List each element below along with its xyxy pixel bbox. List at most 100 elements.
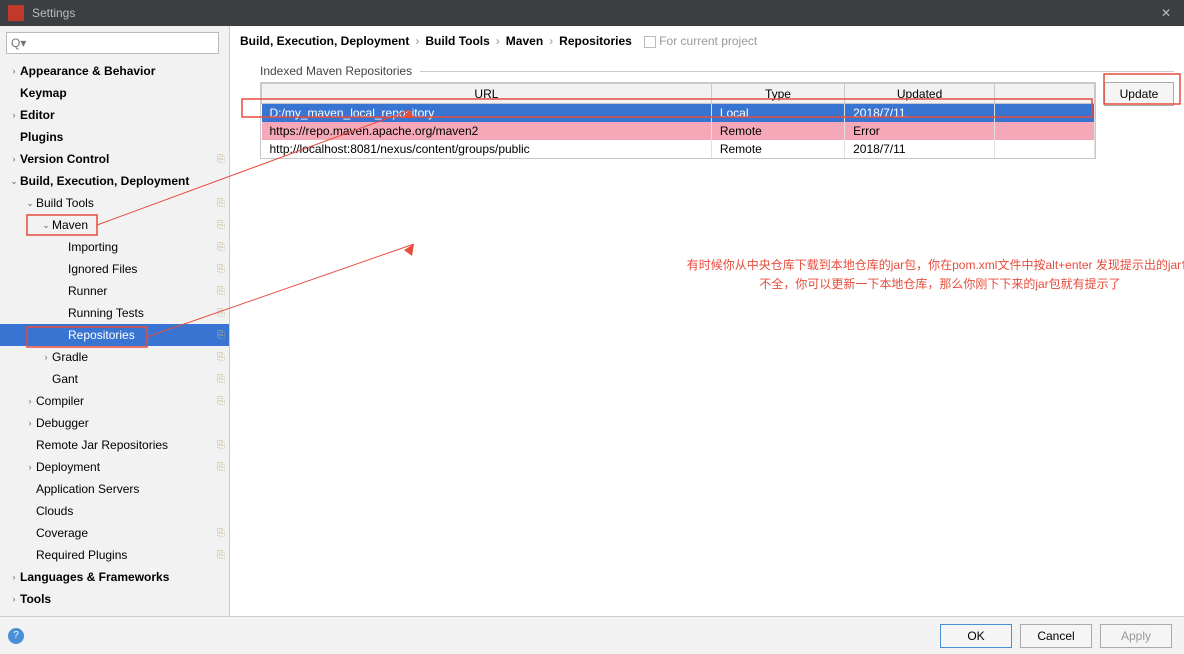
col-url[interactable]: URL	[262, 84, 712, 104]
tree-item-label: Application Servers	[36, 482, 225, 496]
copy-icon: ⎘	[217, 220, 225, 231]
tree-item-repositories[interactable]: Repositories⎘	[0, 324, 229, 346]
chevron-icon: ›	[40, 352, 52, 362]
tree-item-label: Runner	[68, 284, 217, 298]
tree-item-appearance-behavior[interactable]: ›Appearance & Behavior	[0, 60, 229, 82]
table-row[interactable]: D:/my_maven_local_repositoryLocal2018/7/…	[262, 104, 1095, 123]
tree-item-label: Deployment	[36, 460, 217, 474]
copy-icon: ⎘	[217, 462, 225, 473]
footer: ? OK Cancel Apply	[0, 616, 1184, 654]
tree-item-label: Gradle	[52, 350, 217, 364]
tree-item-label: Plugins	[20, 130, 225, 144]
copy-icon: ⎘	[217, 396, 225, 407]
tree-item-label: Tools	[20, 592, 225, 606]
tree-item-label: Running Tests	[68, 306, 217, 320]
breadcrumb: Build, Execution, Deployment › Build Too…	[240, 34, 1174, 48]
cell-spacer	[995, 104, 1095, 123]
chevron-icon: ⌄	[24, 198, 36, 209]
chevron-icon: ›	[8, 154, 20, 164]
col-type[interactable]: Type	[711, 84, 844, 104]
cell-updated: 2018/7/11	[845, 104, 995, 123]
crumb[interactable]: Build, Execution, Deployment	[240, 34, 409, 48]
cell-type: Remote	[711, 140, 844, 158]
chevron-right-icon: ›	[415, 34, 419, 48]
close-icon[interactable]: ✕	[1156, 6, 1176, 20]
cell-type: Local	[711, 104, 844, 123]
tree-item-clouds[interactable]: Clouds	[0, 500, 229, 522]
ok-button[interactable]: OK	[940, 624, 1012, 648]
help-icon[interactable]: ?	[8, 628, 24, 644]
copy-icon: ⎘	[217, 440, 225, 451]
tree-item-tools[interactable]: ›Tools	[0, 588, 229, 610]
chevron-icon: ›	[24, 418, 36, 428]
tree-item-compiler[interactable]: ›Compiler⎘	[0, 390, 229, 412]
copy-icon: ⎘	[217, 308, 225, 319]
tree-item-coverage[interactable]: Coverage⎘	[0, 522, 229, 544]
update-button[interactable]: Update	[1104, 82, 1174, 106]
tree-item-languages-frameworks[interactable]: ›Languages & Frameworks	[0, 566, 229, 588]
tree-item-label: Version Control	[20, 152, 217, 166]
tree-item-runner[interactable]: Runner⎘	[0, 280, 229, 302]
tree-item-label: Keymap	[20, 86, 225, 100]
table-row[interactable]: https://repo.maven.apache.org/maven2Remo…	[262, 122, 1095, 140]
chevron-icon: ⌄	[40, 220, 52, 231]
chevron-right-icon: ›	[549, 34, 553, 48]
tree-item-build-execution-deployment[interactable]: ⌄Build, Execution, Deployment	[0, 170, 229, 192]
search-input[interactable]	[6, 32, 219, 54]
chevron-icon: ⌄	[8, 176, 20, 187]
tree-item-maven[interactable]: ⌄Maven⎘	[0, 214, 229, 236]
tree-item-running-tests[interactable]: Running Tests⎘	[0, 302, 229, 324]
col-spacer	[995, 84, 1095, 104]
copy-icon: ⎘	[217, 550, 225, 561]
tree-item-label: Remote Jar Repositories	[36, 438, 217, 452]
cell-type: Remote	[711, 122, 844, 140]
crumb[interactable]: Build Tools	[425, 34, 489, 48]
copy-icon: ⎘	[217, 330, 225, 341]
cell-spacer	[995, 140, 1095, 158]
window-title: Settings	[32, 6, 1156, 20]
app-icon	[8, 5, 24, 21]
tree-item-label: Gant	[52, 372, 217, 386]
cell-url: https://repo.maven.apache.org/maven2	[262, 122, 712, 140]
tree-item-gradle[interactable]: ›Gradle⎘	[0, 346, 229, 368]
tree-item-plugins[interactable]: Plugins	[0, 126, 229, 148]
tree-item-required-plugins[interactable]: Required Plugins⎘	[0, 544, 229, 566]
tree-item-deployment[interactable]: ›Deployment⎘	[0, 456, 229, 478]
crumb[interactable]: Maven	[506, 34, 543, 48]
tree-item-label: Importing	[68, 240, 217, 254]
table-row[interactable]: http://localhost:8081/nexus/content/grou…	[262, 140, 1095, 158]
cell-spacer	[995, 122, 1095, 140]
tree-item-version-control[interactable]: ›Version Control⎘	[0, 148, 229, 170]
apply-button[interactable]: Apply	[1100, 624, 1172, 648]
chevron-icon: ›	[8, 594, 20, 604]
tree-item-editor[interactable]: ›Editor	[0, 104, 229, 126]
tree-item-remote-jar-repositories[interactable]: Remote Jar Repositories⎘	[0, 434, 229, 456]
tree-item-label: Ignored Files	[68, 262, 217, 276]
col-updated[interactable]: Updated	[845, 84, 995, 104]
tree-item-build-tools[interactable]: ⌄Build Tools⎘	[0, 192, 229, 214]
copy-icon: ⎘	[217, 352, 225, 363]
chevron-right-icon: ›	[496, 34, 500, 48]
tree-item-label: Repositories	[68, 328, 217, 342]
repositories-table[interactable]: URL Type Updated D:/my_maven_local_repos…	[260, 82, 1096, 159]
chevron-icon: ›	[24, 462, 36, 472]
tree-item-application-servers[interactable]: Application Servers	[0, 478, 229, 500]
tree-item-label: Build Tools	[36, 196, 217, 210]
tree-item-label: Coverage	[36, 526, 217, 540]
copy-icon: ⎘	[217, 374, 225, 385]
chevron-icon: ›	[8, 66, 20, 76]
chevron-icon: ›	[8, 110, 20, 120]
tree-item-debugger[interactable]: ›Debugger	[0, 412, 229, 434]
cell-updated: 2018/7/11	[845, 140, 995, 158]
tree-item-label: Languages & Frameworks	[20, 570, 225, 584]
tree-item-keymap[interactable]: Keymap	[0, 82, 229, 104]
tree-item-ignored-files[interactable]: Ignored Files⎘	[0, 258, 229, 280]
titlebar: Settings ✕	[0, 0, 1184, 26]
tree-item-importing[interactable]: Importing⎘	[0, 236, 229, 258]
crumb: Repositories	[559, 34, 632, 48]
tree-item-label: Required Plugins	[36, 548, 217, 562]
project-icon	[644, 36, 656, 48]
cancel-button[interactable]: Cancel	[1020, 624, 1092, 648]
tree-item-label: Appearance & Behavior	[20, 64, 225, 78]
tree-item-gant[interactable]: Gant⎘	[0, 368, 229, 390]
